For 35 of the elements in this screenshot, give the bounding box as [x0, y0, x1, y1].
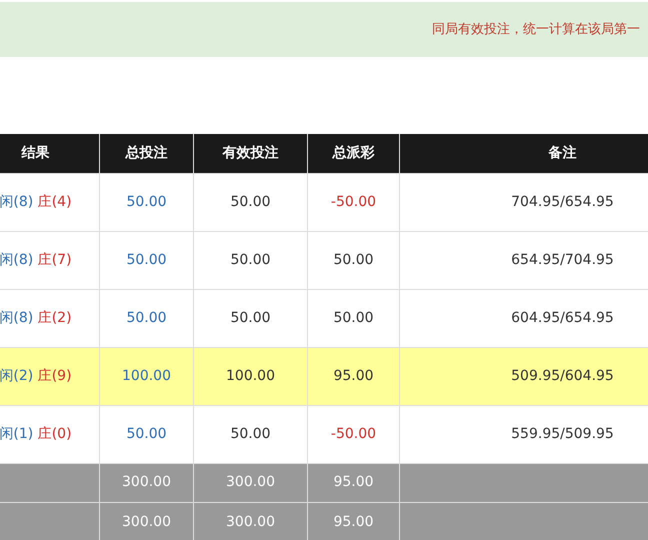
banker-result: 庄(2): [38, 310, 72, 326]
column-header: 有效投注: [194, 134, 308, 173]
player-result: 闲(8): [0, 194, 34, 210]
player-result: 闲(2): [0, 368, 34, 384]
table-cell: 50.00: [194, 405, 308, 463]
player-result: 闲(1): [0, 426, 34, 442]
table-cell: 50.00: [100, 405, 194, 463]
table-cell: 100.00: [194, 347, 308, 405]
banker-result: 庄(4): [38, 194, 72, 210]
table-cell: 95.00: [308, 347, 400, 405]
table-cell: 300.00: [100, 463, 194, 502]
table-cell: -50.00: [308, 405, 400, 463]
player-result: 闲(8): [0, 252, 34, 268]
notice-text: 同局有效投注，统一计算在该局第一: [432, 20, 640, 39]
table-cell: 50.00: [308, 289, 400, 347]
table-cell: 50.00: [194, 173, 308, 231]
table-cell: -50.00: [308, 173, 400, 231]
column-header: 总派彩: [308, 134, 400, 173]
banker-result: 庄(7): [38, 252, 72, 268]
table-cell: 50.00: [100, 289, 194, 347]
table-cell: 100.00: [100, 347, 194, 405]
banker-result: 庄(9): [38, 368, 72, 384]
table-cell: 50.00: [100, 231, 194, 289]
table-cell: 50.00: [100, 173, 194, 231]
banker-result: 庄(0): [38, 426, 72, 442]
table-cell: 50.00: [194, 289, 308, 347]
player-result: 闲(8): [0, 310, 34, 326]
table-cell: 50.00: [308, 231, 400, 289]
column-header: 总投注: [100, 134, 194, 173]
table-cell: 95.00: [308, 463, 400, 502]
column-header: 结果: [0, 134, 100, 173]
table-cell: 50.00: [194, 231, 308, 289]
table-cell: 704.95/654.95: [400, 173, 648, 231]
table-cell: 300.00: [194, 463, 308, 502]
column-header: 备注: [400, 134, 648, 173]
